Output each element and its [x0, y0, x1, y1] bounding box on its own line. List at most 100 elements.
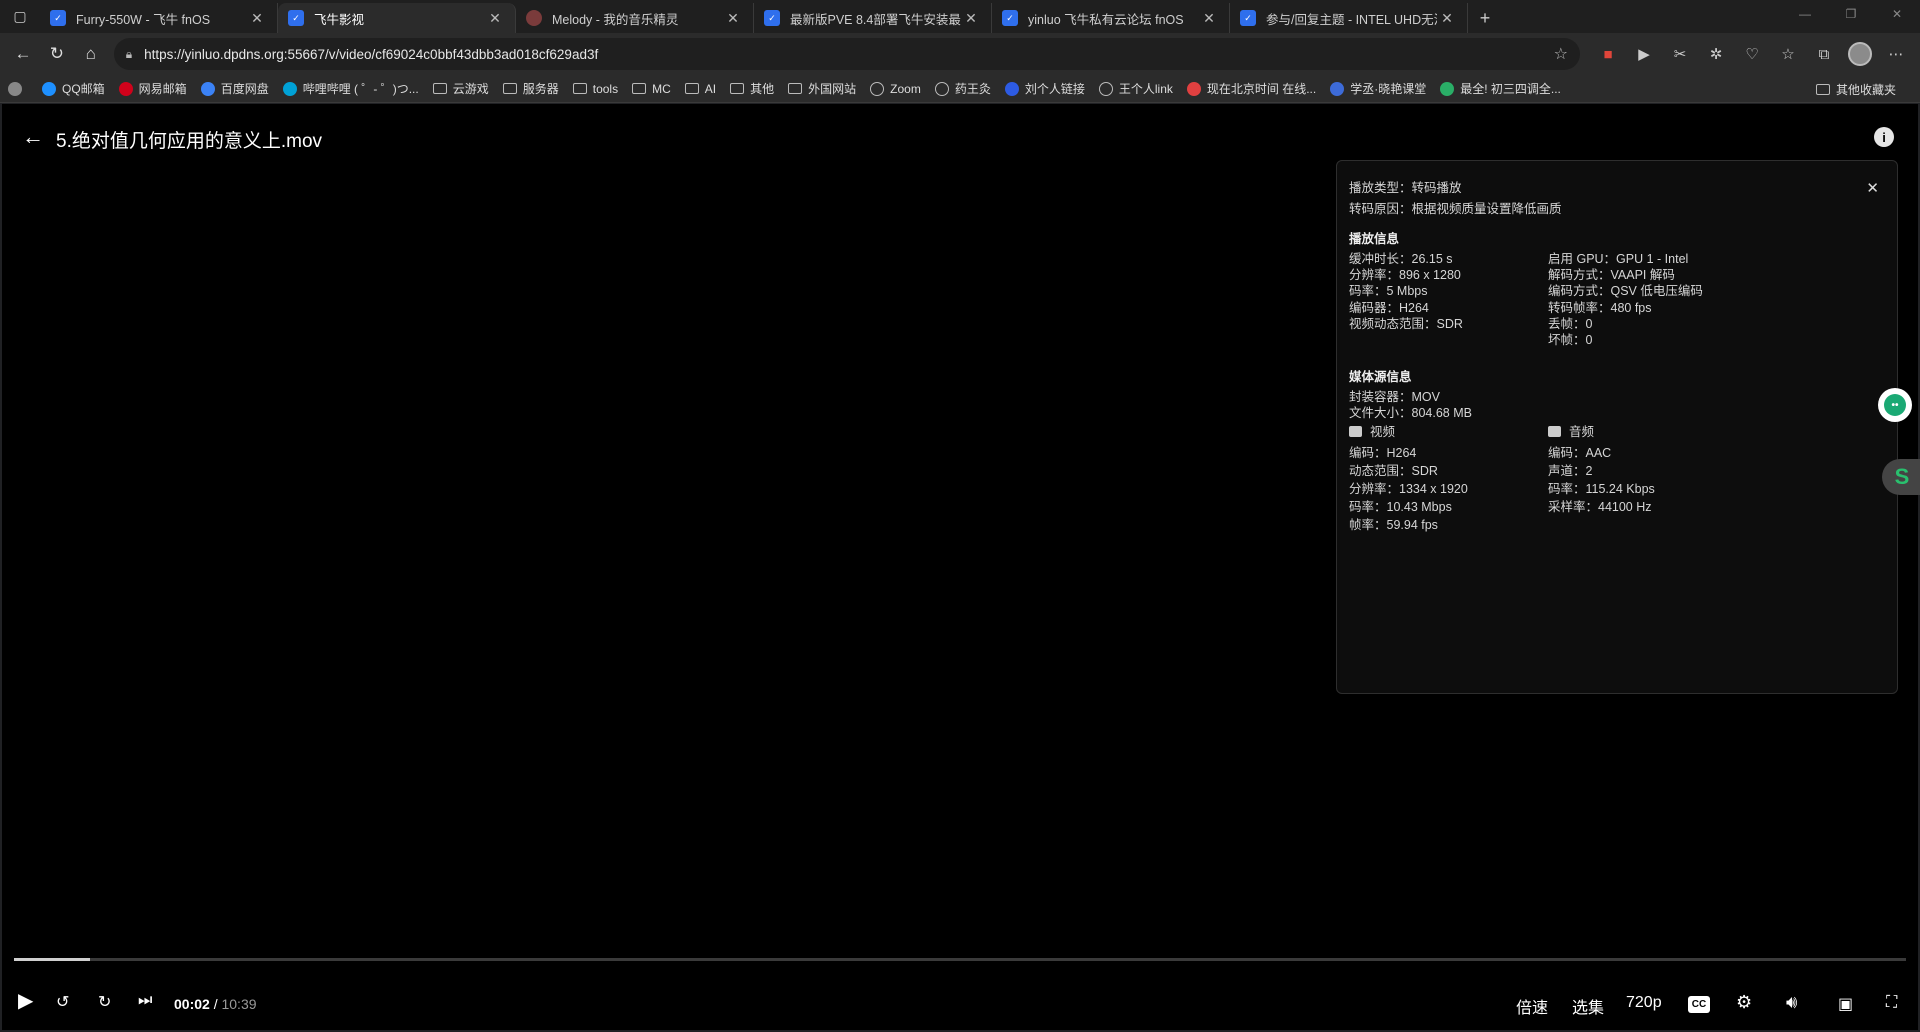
bookmark-item[interactable]: 学丞·晓艳课堂 — [1330, 80, 1426, 97]
bookmark-item[interactable]: 药王灸 — [934, 80, 991, 97]
time-separator: / — [209, 996, 222, 1012]
xuecheng-icon — [1330, 81, 1345, 96]
browser-tab[interactable]: ✓ 飞牛影视 ✕ — [278, 3, 516, 33]
more-menu-icon[interactable]: ⋯ — [1878, 38, 1914, 70]
video-info-item: 动态范围：SDR — [1349, 464, 1438, 478]
tab-close-icon[interactable]: ✕ — [485, 10, 505, 27]
bookmark-label: tools — [592, 81, 619, 96]
tab-title: Furry-550W - 飞牛 fnOS — [76, 12, 211, 27]
bookmark-item[interactable]: 云游戏 — [432, 80, 489, 97]
subtitles-cc-icon[interactable]: CC — [1688, 996, 1710, 1013]
assistant-bubble-icon[interactable]: •• — [1878, 388, 1912, 422]
play-extension-icon[interactable]: ▶ — [1626, 38, 1662, 70]
favorite-star-icon[interactable]: ☆ — [1554, 44, 1568, 64]
bookmark-label: 云游戏 — [452, 82, 489, 96]
bookmark-item[interactable]: 哔哩哔哩 ( ゜- ゜)つ... — [282, 80, 419, 97]
forward-10-icon[interactable]: ↻ — [98, 992, 111, 1012]
bookmark-item[interactable]: QQ邮箱 — [42, 80, 105, 97]
reload-icon[interactable]: ↻ — [40, 37, 74, 71]
settings-gear-icon[interactable]: ⚙ — [1736, 992, 1752, 1013]
bookmark-item[interactable]: 服务器 — [502, 80, 559, 97]
bookmark-item[interactable]: 最全! 初三四调全... — [1440, 80, 1561, 97]
browser-tab[interactable]: ✓ 最新版PVE 8.4部署飞牛安装最新 ✕ — [754, 3, 992, 33]
bookmark-item[interactable]: 百度网盘 — [200, 80, 269, 97]
playback-info-item: 坏帧：0 — [1548, 333, 1593, 347]
browser-toolbar: ← ↻ ⌂ 🔒︎ https://yinluo.dpdns.org:55667/… — [0, 33, 1920, 75]
browser-tab[interactable]: ✓ Furry-550W - 飞牛 fnOS ✕ — [40, 3, 278, 33]
fullscreen-icon[interactable]: ⛶ — [1886, 994, 1897, 1012]
tab-close-icon[interactable]: ✕ — [1199, 10, 1219, 27]
bookmark-item[interactable]: 王个人link — [1098, 80, 1173, 97]
bookmark-item[interactable]: 外国网站 — [788, 80, 856, 97]
video-title: 5.绝对值几何应用的意义上.mov — [56, 131, 323, 152]
globe-icon — [1098, 81, 1113, 96]
extensions-puzzle-icon[interactable]: ✲ — [1698, 38, 1734, 70]
bookmark-item[interactable]: 现在北京时间 在线... — [1186, 80, 1316, 97]
other-bookmarks-folder[interactable]: 其他收藏夹 — [1815, 75, 1896, 103]
close-icon[interactable]: ✕ — [1866, 179, 1879, 197]
restore-icon[interactable]: ❐ — [1828, 0, 1874, 28]
recording-extension-icon[interactable]: ■ — [1590, 38, 1626, 70]
profile-avatar[interactable] — [1842, 38, 1878, 70]
picture-in-picture-icon[interactable]: ▣ — [1838, 994, 1853, 1014]
tab-close-icon[interactable]: ✕ — [1437, 10, 1457, 27]
tab-close-icon[interactable]: ✕ — [247, 10, 267, 27]
video-section-heading: 视频 — [1349, 421, 1395, 440]
globe-icon — [870, 81, 885, 96]
tab-title: Melody - 我的音乐精灵 — [552, 12, 679, 27]
speed-button[interactable]: 倍速 — [1516, 994, 1548, 1018]
bookmark-item[interactable]: 刘个人链接 — [1004, 80, 1085, 97]
home-icon[interactable]: ⌂ — [74, 37, 108, 71]
bookmark-label: 药王灸 — [954, 82, 991, 96]
side-extension-icon[interactable]: S — [1882, 459, 1920, 495]
tab-actions-icon[interactable]: ▢ — [0, 0, 40, 33]
folder-icon — [572, 83, 587, 94]
browser-tab[interactable]: ✓ yinluo 飞牛私有云论坛 fnOS ✕ — [992, 3, 1230, 33]
url-text[interactable]: https://yinluo.dpdns.org:55667/v/video/c… — [144, 47, 1554, 62]
tools-extension-icon[interactable]: ✂ — [1662, 38, 1698, 70]
bookmark-label: 最全! 初三四调全... — [1460, 82, 1561, 96]
zm-icon — [1004, 81, 1019, 96]
performance-icon[interactable]: ♡ — [1734, 38, 1770, 70]
next-episode-icon[interactable]: ⏭︎ — [138, 992, 152, 1010]
address-bar[interactable]: 🔒︎ https://yinluo.dpdns.org:55667/v/vide… — [113, 38, 1580, 70]
browser-window: ▢ ✓ Furry-550W - 飞牛 fnOS ✕ ✓ 飞牛影视 ✕ Melody - 我… — [0, 0, 1920, 1032]
tab-close-icon[interactable]: ✕ — [723, 10, 743, 27]
bookmark-item[interactable]: Zoom — [870, 81, 921, 96]
melody-icon — [526, 10, 542, 26]
quality-button[interactable]: 720p — [1626, 994, 1662, 1012]
browser-tab[interactable]: ✓ 参与/回复主题 - INTEL UHD无法 ✕ — [1230, 3, 1468, 33]
play-icon[interactable]: ▶ — [18, 988, 33, 1013]
video-player-page: ← 5.绝对值几何应用的意义上.mov i ✕ 播放类型：转码播放 转码原因：根… — [2, 104, 1920, 1030]
playback-info-panel: ✕ 播放类型：转码播放 转码原因：根据视频质量设置降低画质 播放信息 缓冲时长：… — [1336, 160, 1898, 694]
episodes-button[interactable]: 选集 — [1572, 994, 1604, 1018]
video-info-item: 分辨率：1334 x 1920 — [1349, 482, 1468, 496]
folder-icon — [432, 83, 447, 94]
bookmark-item[interactable]: 其他 — [730, 80, 774, 97]
player-controls: ▶ ↺ ↻ ⏭︎ 00:02 / 10:39 倍速 选集 720p CC ⚙ 🔊… — [2, 974, 1918, 1030]
bookmark-item[interactable]: tools — [572, 81, 619, 96]
browser-tab[interactable]: Melody - 我的音乐精灵 ✕ — [516, 3, 754, 33]
bookmark-item[interactable]: MC — [632, 82, 671, 96]
minimize-icon[interactable]: — — [1782, 0, 1828, 28]
rewind-10-icon[interactable]: ↺ — [56, 992, 69, 1012]
progress-bar[interactable] — [14, 958, 1906, 961]
back-icon[interactable]: ← — [6, 37, 40, 71]
baidu-icon — [200, 81, 215, 96]
close-window-icon[interactable]: ✕ — [1874, 0, 1920, 28]
bookmark-item[interactable]: 网易邮箱 — [118, 80, 187, 97]
media-source-heading: 媒体源信息 — [1349, 370, 1412, 384]
info-icon[interactable]: i — [1874, 127, 1894, 147]
reading-list-icon — [8, 81, 22, 96]
new-tab-button[interactable]: + — [1468, 3, 1502, 33]
back-arrow-icon[interactable]: ← — [22, 124, 44, 150]
volume-icon[interactable]: 🔊︎ — [1786, 992, 1797, 1013]
tab-close-icon[interactable]: ✕ — [961, 10, 981, 27]
collections-icon[interactable]: ⧉ — [1806, 38, 1842, 70]
lock-icon[interactable]: 🔒︎ — [126, 47, 132, 62]
bookmark-item[interactable]: AI — [684, 82, 716, 96]
bookmark-item[interactable] — [8, 81, 28, 96]
favorites-icon[interactable]: ☆ — [1770, 38, 1806, 70]
bookmark-label: 哔哩哔哩 ( ゜- ゜)つ... — [302, 82, 419, 96]
audio-info-item: 码率：115.24 Kbps — [1548, 482, 1655, 496]
